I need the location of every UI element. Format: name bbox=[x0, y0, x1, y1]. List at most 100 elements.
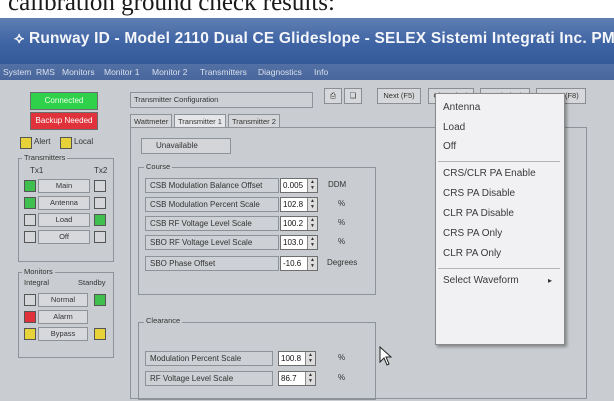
rf-voltage-level-scale-label: RF Voltage Level Scale bbox=[145, 371, 273, 386]
sbo-rf-voltage-level-scale-label: SBO RF Voltage Level Scale bbox=[145, 235, 279, 250]
csb-modulation-balance-offset-label: CSB Modulation Balance Offset bbox=[145, 178, 279, 193]
csb-rf-voltage-level-scale-input[interactable]: 100.2 ▲ ▼ bbox=[280, 216, 318, 231]
csb-modulation-percent-scale-label: CSB Modulation Percent Scale bbox=[145, 197, 279, 212]
spin-arrows-icon[interactable]: ▲ ▼ bbox=[305, 352, 315, 365]
tab-wattmeter[interactable]: Wattmeter bbox=[130, 114, 173, 128]
bypass-button[interactable]: Bypass bbox=[38, 327, 88, 341]
csb-modulation-balance-offset-input[interactable]: 0.005 ▲ ▼ bbox=[280, 178, 318, 193]
printer-icon: ⎙ bbox=[330, 91, 336, 100]
tab-transmitter-1[interactable]: Transmitter 1 bbox=[174, 114, 226, 128]
sbo-rf-voltage-level-scale-unit: % bbox=[338, 237, 346, 246]
config-header: Transmitter Configuration bbox=[130, 92, 313, 108]
mouse-cursor-icon bbox=[379, 346, 393, 366]
alert-indicator-icon bbox=[20, 137, 32, 149]
bypass-standby-indicator-icon bbox=[94, 328, 106, 340]
menu-system[interactable]: System bbox=[3, 67, 31, 77]
menu-item-crs-pa-only[interactable]: CRS PA Only bbox=[443, 228, 502, 239]
sbo-phase-offset-label: SBO Phase Offset bbox=[145, 256, 279, 271]
off-button[interactable]: Off bbox=[38, 230, 90, 244]
copy-button[interactable]: ❏ bbox=[344, 88, 362, 104]
next-button[interactable]: Next (F5) bbox=[377, 88, 421, 104]
csb-modulation-balance-offset-unit: DDM bbox=[328, 180, 347, 189]
alert-label: Alert bbox=[34, 137, 51, 146]
alarm-integral-indicator-icon bbox=[24, 311, 36, 323]
modulation-percent-scale-label: Modulation Percent Scale bbox=[145, 351, 273, 366]
menu-monitors[interactable]: Monitors bbox=[62, 67, 95, 77]
backup-needed-indicator: Backup Needed bbox=[30, 112, 98, 130]
standby-label: Standby bbox=[78, 278, 106, 287]
main-tx2-indicator-icon bbox=[94, 180, 106, 192]
context-menu: Antenna Load Off CRS/CLR PA Enable CRS P… bbox=[435, 93, 565, 345]
menu-item-crs-pa-disable[interactable]: CRS PA Disable bbox=[443, 188, 515, 199]
menu-bar: System RMS Monitors Monitor 1 Monitor 2 … bbox=[0, 64, 614, 80]
print-button[interactable]: ⎙ bbox=[324, 88, 342, 104]
spin-arrows-icon[interactable]: ▲ ▼ bbox=[307, 198, 317, 211]
csb-modulation-percent-scale-input[interactable]: 102.8 ▲ ▼ bbox=[280, 197, 318, 212]
app-logo-icon: ⟡ bbox=[14, 30, 29, 47]
csb-modulation-percent-scale-value: 102.8 bbox=[283, 200, 304, 209]
connected-indicator: Connected bbox=[30, 92, 98, 110]
tx1-label: Tx1 bbox=[30, 166, 44, 175]
normal-integral-indicator-icon bbox=[24, 294, 36, 306]
load-tx2-indicator-icon bbox=[94, 214, 106, 226]
course-group-label: Course bbox=[144, 162, 173, 171]
main-button[interactable]: Main bbox=[38, 179, 90, 193]
window-title: ⟡ Runway ID - Model 2110 Dual CE Glidesl… bbox=[14, 30, 614, 47]
monitors-group-label: Monitors bbox=[22, 267, 55, 276]
antenna-button[interactable]: Antenna bbox=[38, 196, 90, 210]
csb-rf-voltage-level-scale-unit: % bbox=[338, 218, 346, 227]
normal-button[interactable]: Normal bbox=[38, 293, 88, 307]
load-tx1-indicator-icon bbox=[24, 214, 36, 226]
sbo-phase-offset-input[interactable]: -10.6 ▲ ▼ bbox=[280, 256, 318, 271]
rf-voltage-level-scale-input[interactable]: 86.7 ▲ ▼ bbox=[278, 371, 316, 386]
sbo-phase-offset-value: -10.6 bbox=[283, 259, 302, 268]
menu-item-load[interactable]: Load bbox=[443, 122, 465, 133]
menu-monitor-2[interactable]: Monitor 2 bbox=[152, 67, 187, 77]
menu-item-off[interactable]: Off bbox=[443, 141, 456, 152]
spin-arrows-icon[interactable]: ▲ ▼ bbox=[307, 217, 317, 230]
spin-arrows-icon[interactable]: ▲ ▼ bbox=[307, 236, 317, 249]
csb-rf-voltage-level-scale-value: 100.2 bbox=[283, 219, 304, 228]
spin-arrows-icon[interactable]: ▲ ▼ bbox=[305, 372, 315, 385]
modulation-percent-scale-input[interactable]: 100.8 ▲ ▼ bbox=[278, 351, 316, 366]
csb-modulation-percent-scale-unit: % bbox=[338, 199, 346, 208]
modulation-percent-scale-value: 100.8 bbox=[281, 354, 302, 363]
spin-arrows-icon[interactable]: ▲ ▼ bbox=[307, 179, 317, 192]
menu-item-clr-pa-only[interactable]: CLR PA Only bbox=[443, 248, 501, 259]
spin-arrows-icon[interactable]: ▲ ▼ bbox=[307, 257, 317, 270]
rf-voltage-level-scale-unit: % bbox=[338, 373, 346, 382]
modulation-percent-scale-unit: % bbox=[338, 353, 346, 362]
menu-rms[interactable]: RMS bbox=[36, 67, 55, 77]
rf-voltage-level-scale-value: 86.7 bbox=[281, 374, 297, 383]
load-button[interactable]: Load bbox=[38, 213, 90, 227]
copy-icon: ❏ bbox=[349, 91, 357, 100]
menu-separator bbox=[438, 268, 560, 269]
sbo-rf-voltage-level-scale-input[interactable]: 103.0 ▲ ▼ bbox=[280, 235, 318, 250]
menu-info[interactable]: Info bbox=[314, 67, 328, 77]
csb-modulation-balance-offset-value: 0.005 bbox=[283, 181, 304, 190]
document-caption: calibration ground check results: bbox=[0, 0, 614, 20]
sbo-phase-offset-unit: Degrees bbox=[327, 258, 358, 267]
tab-transmitter-2[interactable]: Transmitter 2 bbox=[228, 114, 280, 128]
tx2-label: Tx2 bbox=[94, 166, 108, 175]
menu-item-clr-pa-disable[interactable]: CLR PA Disable bbox=[443, 208, 514, 219]
clearance-group-label: Clearance bbox=[144, 316, 183, 325]
alarm-button[interactable]: Alarm bbox=[38, 310, 88, 324]
menu-item-crs-clr-pa-enable[interactable]: CRS/CLR PA Enable bbox=[443, 168, 536, 179]
monitor-screen: ⟡ Runway ID - Model 2110 Dual CE Glidesl… bbox=[0, 18, 614, 401]
menu-separator bbox=[438, 161, 560, 162]
normal-standby-indicator-icon bbox=[94, 294, 106, 306]
sbo-rf-voltage-level-scale-value: 103.0 bbox=[283, 238, 304, 247]
submenu-arrow-icon: ▸ bbox=[548, 276, 553, 285]
menu-diagnostics[interactable]: Diagnostics bbox=[258, 67, 302, 77]
menu-item-select-waveform[interactable]: Select Waveform bbox=[443, 275, 519, 286]
transmitters-group-label: Transmitters bbox=[22, 153, 68, 162]
local-label: Local bbox=[74, 137, 94, 146]
menu-item-antenna[interactable]: Antenna bbox=[443, 102, 480, 113]
off-tx2-indicator-icon bbox=[94, 231, 106, 243]
csb-rf-voltage-level-scale-label: CSB RF Voltage Level Scale bbox=[145, 216, 279, 231]
menu-transmitters[interactable]: Transmitters bbox=[200, 67, 247, 77]
local-indicator-icon bbox=[60, 137, 72, 149]
main-tx1-indicator-icon bbox=[24, 180, 36, 192]
menu-monitor-1[interactable]: Monitor 1 bbox=[104, 67, 139, 77]
